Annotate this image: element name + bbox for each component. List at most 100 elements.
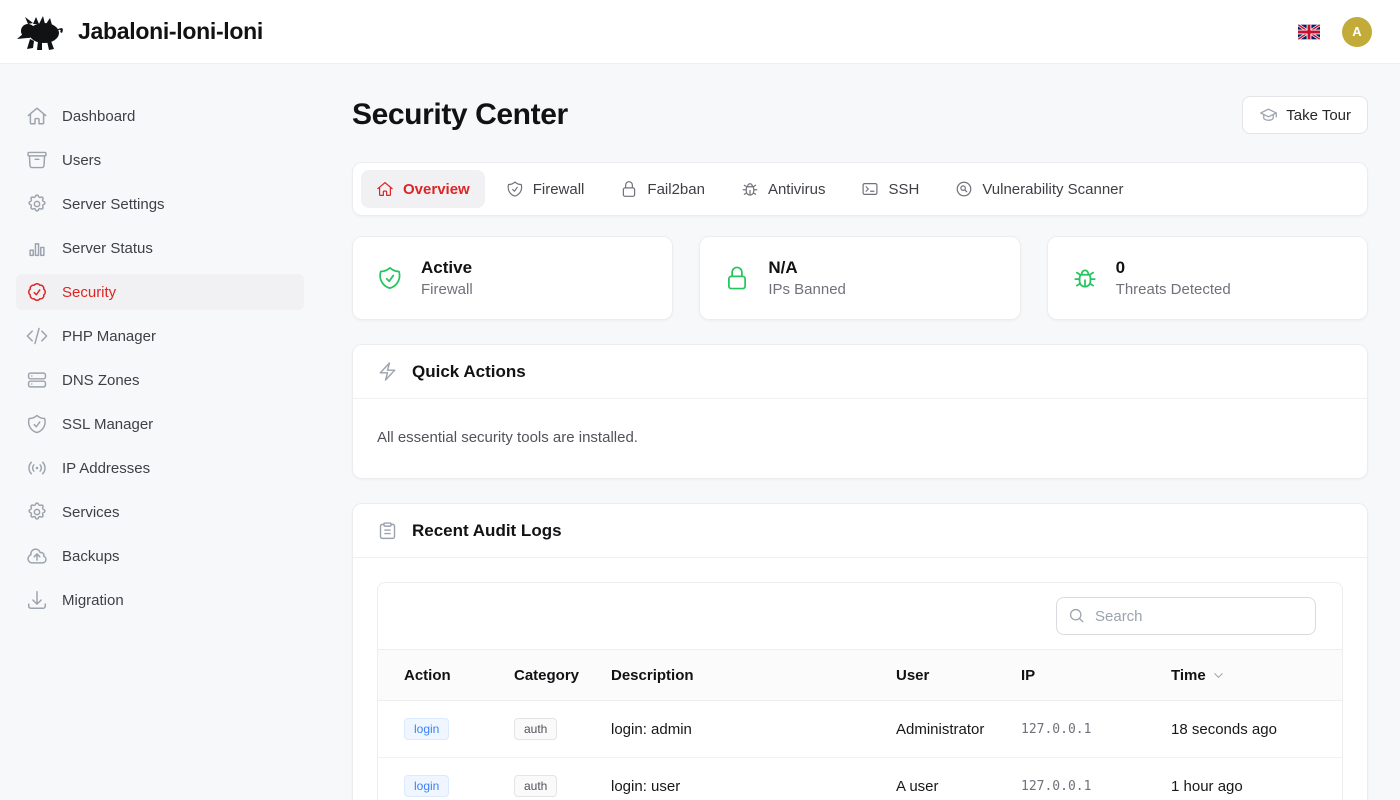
stat-label: Threats Detected bbox=[1116, 281, 1231, 298]
sidebar-item-server-settings[interactable]: Server Settings bbox=[16, 186, 304, 222]
stat-label: IPs Banned bbox=[768, 281, 846, 298]
brand[interactable]: Jabaloni-loni-loni bbox=[16, 12, 263, 52]
action-badge: login bbox=[404, 775, 449, 797]
sidebar-item-services[interactable]: Services bbox=[16, 494, 304, 530]
top-header: Jabaloni-loni-loni A bbox=[0, 0, 1400, 64]
audit-logs-card: Recent Audit Logs Action Category Descri… bbox=[352, 503, 1368, 800]
category-badge: auth bbox=[514, 718, 557, 740]
sidebar-item-ip-addresses[interactable]: IP Addresses bbox=[16, 450, 304, 486]
app-title: Jabaloni-loni-loni bbox=[78, 18, 263, 45]
page-title: Security Center bbox=[352, 98, 568, 132]
avatar-letter: A bbox=[1352, 24, 1361, 39]
take-tour-button[interactable]: Take Tour bbox=[1242, 96, 1368, 134]
sidebar-item-label: Security bbox=[62, 284, 116, 301]
sidebar-item-label: PHP Manager bbox=[62, 328, 156, 345]
sidebar-item-label: Server Settings bbox=[62, 196, 165, 213]
sidebar-item-label: IP Addresses bbox=[62, 460, 150, 477]
tab-vulnerability-scanner[interactable]: Vulnerability Scanner bbox=[940, 170, 1138, 208]
search-input[interactable] bbox=[1056, 597, 1316, 635]
column-header-description[interactable]: Description bbox=[611, 667, 896, 684]
tab-fail2ban[interactable]: Fail2ban bbox=[605, 170, 720, 208]
column-header-user[interactable]: User bbox=[896, 667, 1021, 684]
cloud-upload-icon bbox=[26, 545, 48, 567]
tab-label: SSH bbox=[888, 181, 919, 198]
stat-value: N/A bbox=[768, 258, 846, 278]
column-header-action[interactable]: Action bbox=[404, 667, 514, 684]
clipboard-icon bbox=[377, 520, 398, 541]
audit-search bbox=[1056, 597, 1316, 635]
stat-value: 0 bbox=[1116, 258, 1231, 278]
quick-actions-card: Quick Actions All essential security too… bbox=[352, 344, 1368, 479]
tab-overview[interactable]: Overview bbox=[361, 170, 485, 208]
bar-chart-icon bbox=[26, 237, 48, 259]
tab-label: Fail2ban bbox=[647, 181, 705, 198]
category-badge: auth bbox=[514, 775, 557, 797]
ip-cell: 127.0.0.1 bbox=[1021, 722, 1171, 737]
boar-logo-icon bbox=[16, 12, 68, 52]
sidebar-item-ssl-manager[interactable]: SSL Manager bbox=[16, 406, 304, 442]
tab-firewall[interactable]: Firewall bbox=[491, 170, 600, 208]
table-header-row: Action Category Description User IP Time bbox=[378, 649, 1342, 701]
user-cell: A user bbox=[896, 778, 1021, 795]
lock-icon bbox=[620, 180, 638, 198]
sidebar: Dashboard Users Server Settings Server S… bbox=[0, 64, 320, 800]
language-flag-icon[interactable] bbox=[1298, 24, 1320, 40]
sidebar-item-dns-zones[interactable]: DNS Zones bbox=[16, 362, 304, 398]
tab-antivirus[interactable]: Antivirus bbox=[726, 170, 841, 208]
tab-ssh[interactable]: SSH bbox=[846, 170, 934, 208]
sidebar-item-backups[interactable]: Backups bbox=[16, 538, 304, 574]
shield-check-icon bbox=[377, 265, 403, 291]
shield-check-icon bbox=[506, 180, 524, 198]
server-stack-icon bbox=[26, 369, 48, 391]
gear-icon bbox=[26, 193, 48, 215]
sidebar-item-migration[interactable]: Migration bbox=[16, 582, 304, 618]
security-tabs: Overview Firewall Fail2ban Antivirus SSH… bbox=[352, 162, 1368, 216]
download-tray-icon bbox=[26, 589, 48, 611]
lock-icon bbox=[724, 265, 750, 291]
search-icon bbox=[1067, 606, 1086, 625]
take-tour-label: Take Tour bbox=[1286, 107, 1351, 124]
description-cell: login: user bbox=[611, 778, 896, 795]
home-icon bbox=[26, 105, 48, 127]
quick-actions-message: All essential security tools are install… bbox=[377, 423, 1343, 454]
time-cell: 1 hour ago bbox=[1171, 778, 1316, 795]
audit-logs-title: Recent Audit Logs bbox=[412, 521, 562, 541]
table-row[interactable]: login auth login: admin Administrator 12… bbox=[378, 701, 1342, 758]
sidebar-item-label: Backups bbox=[62, 548, 120, 565]
sidebar-item-label: DNS Zones bbox=[62, 372, 140, 389]
quick-actions-title: Quick Actions bbox=[412, 362, 526, 382]
description-cell: login: admin bbox=[611, 721, 896, 738]
lightning-bolt-icon bbox=[377, 361, 398, 382]
sidebar-item-label: Server Status bbox=[62, 240, 153, 257]
audit-logs-table-panel: Action Category Description User IP Time… bbox=[377, 582, 1343, 800]
bug-icon bbox=[741, 180, 759, 198]
stat-card-ips-banned: N/A IPs Banned bbox=[699, 236, 1020, 320]
column-header-ip[interactable]: IP bbox=[1021, 667, 1171, 684]
sidebar-item-php-manager[interactable]: PHP Manager bbox=[16, 318, 304, 354]
tab-label: Vulnerability Scanner bbox=[982, 181, 1123, 198]
stat-card-firewall: Active Firewall bbox=[352, 236, 673, 320]
sidebar-item-label: Users bbox=[62, 152, 101, 169]
user-avatar[interactable]: A bbox=[1342, 17, 1372, 47]
gear-icon bbox=[26, 501, 48, 523]
sidebar-item-label: Migration bbox=[62, 592, 124, 609]
sidebar-item-dashboard[interactable]: Dashboard bbox=[16, 98, 304, 134]
column-header-time[interactable]: Time bbox=[1171, 667, 1316, 684]
sidebar-item-server-status[interactable]: Server Status bbox=[16, 230, 304, 266]
tab-label: Firewall bbox=[533, 181, 585, 198]
sidebar-item-label: Dashboard bbox=[62, 108, 135, 125]
code-icon bbox=[26, 325, 48, 347]
tab-label: Antivirus bbox=[768, 181, 826, 198]
sidebar-item-security[interactable]: Security bbox=[16, 274, 304, 310]
column-header-category[interactable]: Category bbox=[514, 667, 611, 684]
badge-check-icon bbox=[26, 281, 48, 303]
archive-box-icon bbox=[26, 149, 48, 171]
chevron-down-icon bbox=[1211, 668, 1226, 683]
shield-check-icon bbox=[26, 413, 48, 435]
terminal-icon bbox=[861, 180, 879, 198]
sidebar-item-users[interactable]: Users bbox=[16, 142, 304, 178]
table-row[interactable]: login auth login: user A user 127.0.0.1 … bbox=[378, 758, 1342, 800]
stat-value: Active bbox=[421, 258, 473, 278]
search-circle-icon bbox=[955, 180, 973, 198]
ip-cell: 127.0.0.1 bbox=[1021, 779, 1171, 794]
